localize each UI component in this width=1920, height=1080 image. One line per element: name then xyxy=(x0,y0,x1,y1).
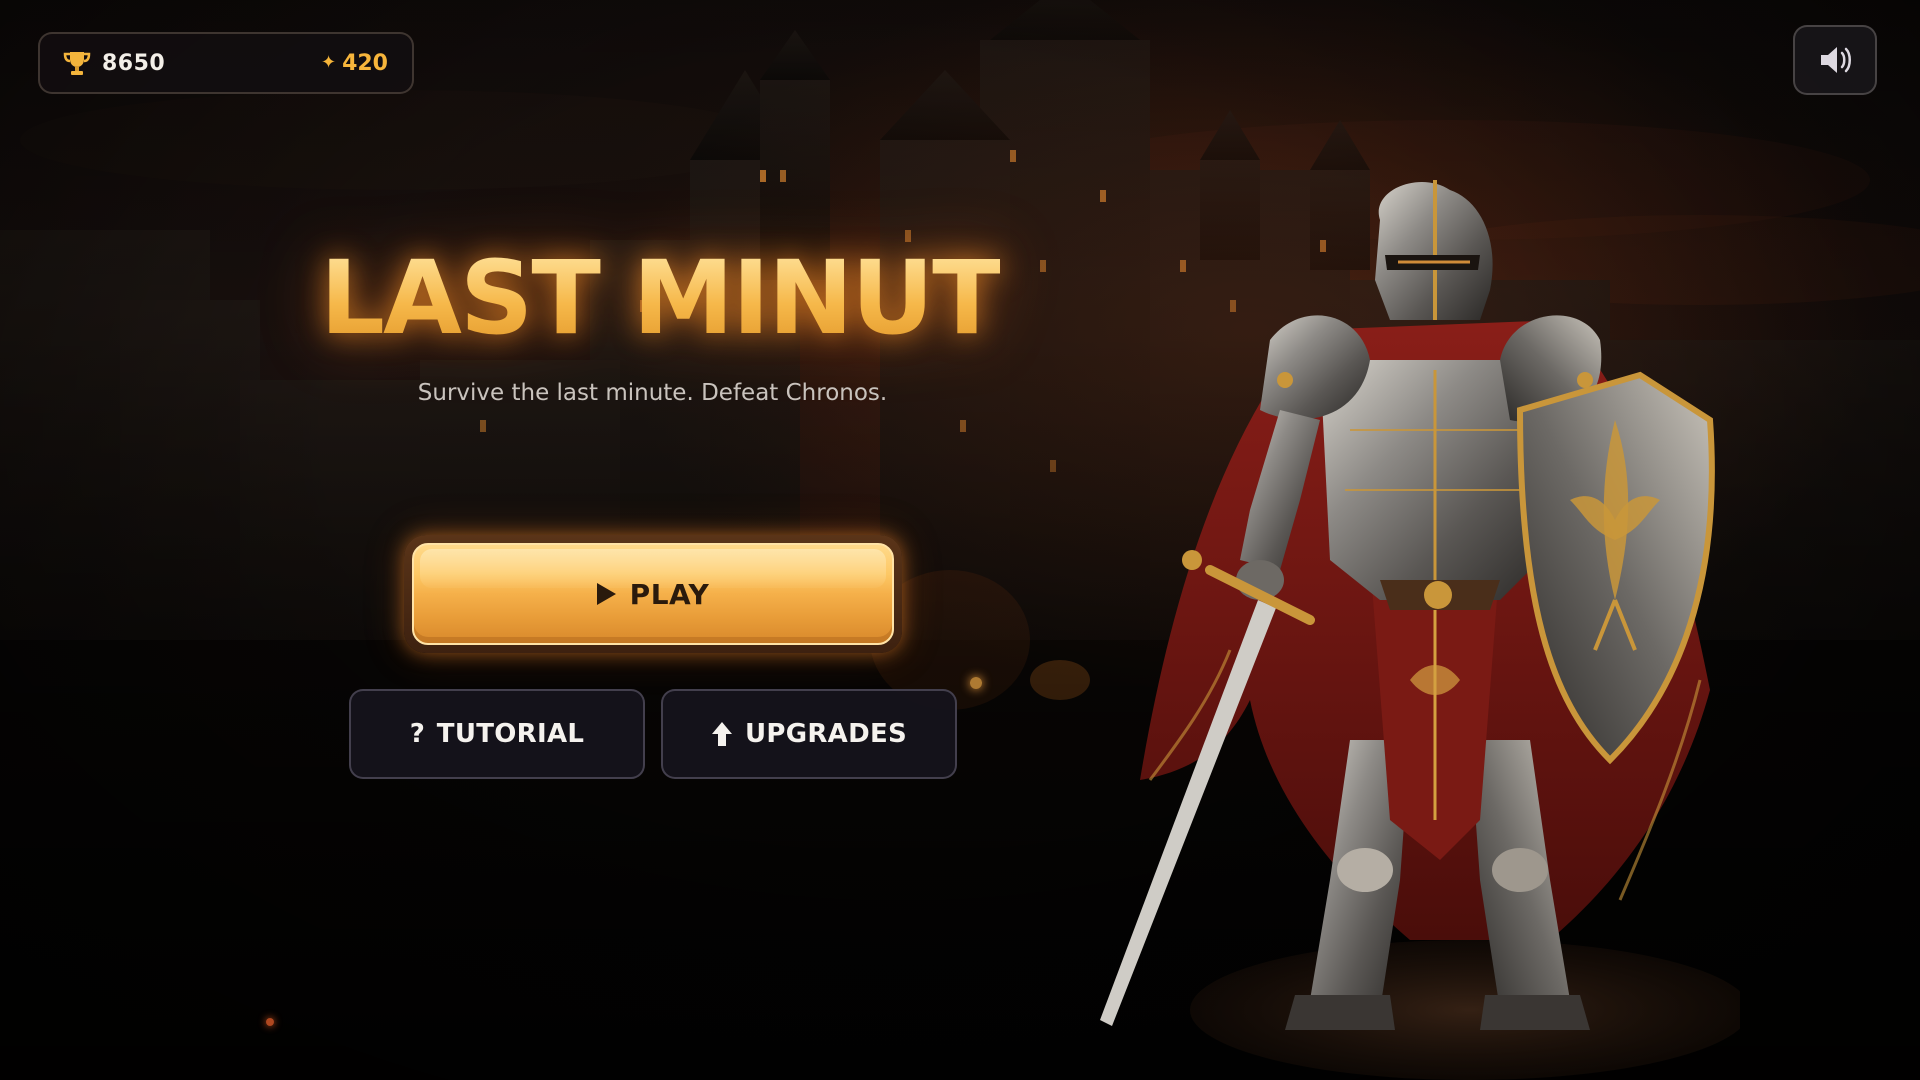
knight-character xyxy=(1100,180,1740,1080)
ember-particle xyxy=(970,677,982,689)
sound-toggle-button[interactable] xyxy=(1793,25,1877,95)
upgrades-button[interactable]: UPGRADES xyxy=(661,689,957,779)
speaker-icon xyxy=(1821,47,1851,73)
score-value: 8650 xyxy=(102,50,166,76)
play-button-frame: PLAY xyxy=(404,535,902,653)
play-button[interactable]: PLAY xyxy=(412,543,894,645)
tutorial-button-label: TUTORIAL xyxy=(436,719,585,749)
coins-value: 420 xyxy=(342,50,388,76)
game-subtitle: Survive the last minute. Defeat Chronos. xyxy=(417,380,888,406)
score-panel: 8650 ✦ 420 xyxy=(38,32,414,94)
ember-particle xyxy=(266,1018,274,1026)
play-icon xyxy=(596,583,616,605)
tutorial-button[interactable]: ? TUTORIAL xyxy=(349,689,645,779)
coins-counter: ✦ 420 xyxy=(321,51,388,76)
game-title: LAST MINUTE xyxy=(320,239,1069,358)
arrow-up-icon xyxy=(711,722,732,746)
upgrades-button-label: UPGRADES xyxy=(744,719,908,749)
question-icon: ? xyxy=(409,719,425,749)
spark-icon: ✦ xyxy=(320,52,337,73)
trophy-icon xyxy=(63,52,91,75)
play-button-label: PLAY xyxy=(629,577,710,611)
